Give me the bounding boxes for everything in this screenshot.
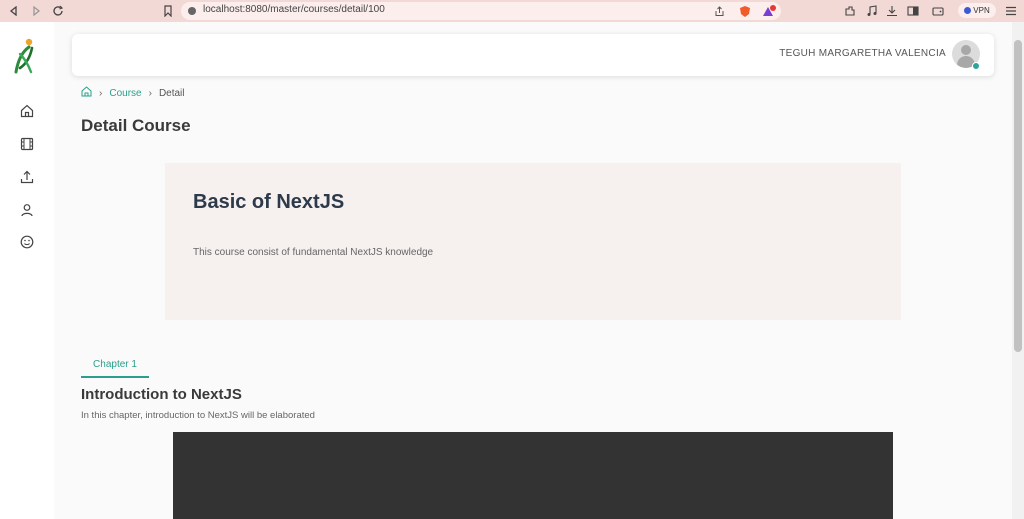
menu-icon[interactable] xyxy=(1003,3,1019,19)
page-scrollbar[interactable] xyxy=(1012,22,1024,519)
avatar-head xyxy=(961,45,971,55)
breadcrumb-home-icon[interactable] xyxy=(81,86,92,100)
chapter-description: In this chapter, introduction to NextJS … xyxy=(81,410,315,421)
forward-icon[interactable] xyxy=(28,3,44,19)
scroll-thumb[interactable] xyxy=(1014,40,1022,352)
film-icon[interactable] xyxy=(17,134,37,154)
page-title: Detail Course xyxy=(81,116,191,135)
sidebar-toggle-icon[interactable] xyxy=(905,3,921,19)
tab-chapter-1[interactable]: Chapter 1 xyxy=(81,359,149,378)
bookmark-icon[interactable] xyxy=(160,3,176,19)
site-info-icon[interactable] xyxy=(188,7,196,15)
address-bar[interactable]: localhost:8080/master/courses/detail/100 xyxy=(181,2,781,20)
breadcrumb-course-link[interactable]: Course xyxy=(109,88,141,99)
back-icon[interactable] xyxy=(6,3,22,19)
download-icon[interactable] xyxy=(884,3,900,19)
chevron-right-icon: › xyxy=(99,87,103,99)
breadcrumb-current: Detail xyxy=(158,87,185,99)
breadcrumb: › Course › Detail xyxy=(81,86,185,100)
app-logo[interactable] xyxy=(12,38,38,76)
brave-rewards-icon[interactable] xyxy=(761,3,777,19)
url-text: localhost:8080/master/courses/detail/100 xyxy=(203,4,385,15)
upload-icon[interactable] xyxy=(17,167,37,187)
top-header: TEGUH MARGARETHA VALENCIA xyxy=(72,34,994,76)
vpn-status-icon xyxy=(964,7,972,14)
vpn-button[interactable]: VPN xyxy=(958,3,996,18)
vpn-label: VPN xyxy=(973,6,990,15)
reload-icon[interactable] xyxy=(50,3,66,19)
course-info-card: Basic of NextJS This course consist of f… xyxy=(165,163,901,320)
wallet-icon[interactable] xyxy=(930,3,946,19)
brave-shield-icon[interactable] xyxy=(737,3,753,19)
online-status-badge xyxy=(972,62,980,70)
extensions-icon[interactable] xyxy=(842,3,858,19)
chapter-video-player[interactable] xyxy=(173,432,893,519)
chevron-right-icon: › xyxy=(148,87,152,99)
user-icon[interactable] xyxy=(17,200,37,220)
share-icon[interactable] xyxy=(711,3,727,19)
course-title: Basic of NextJS xyxy=(193,191,345,213)
browser-toolbar: localhost:8080/master/courses/detail/100… xyxy=(0,0,1024,22)
smile-icon[interactable] xyxy=(17,232,37,252)
user-name[interactable]: TEGUH MARGARETHA VALENCIA xyxy=(779,48,946,59)
home-icon[interactable] xyxy=(17,101,37,121)
music-icon[interactable] xyxy=(864,3,880,19)
chapter-title: Introduction to NextJS xyxy=(81,386,242,403)
course-description: This course consist of fundamental NextJ… xyxy=(193,247,434,258)
sidebar xyxy=(0,22,54,519)
main-content: TEGUH MARGARETHA VALENCIA › Course › Det… xyxy=(54,22,1012,519)
